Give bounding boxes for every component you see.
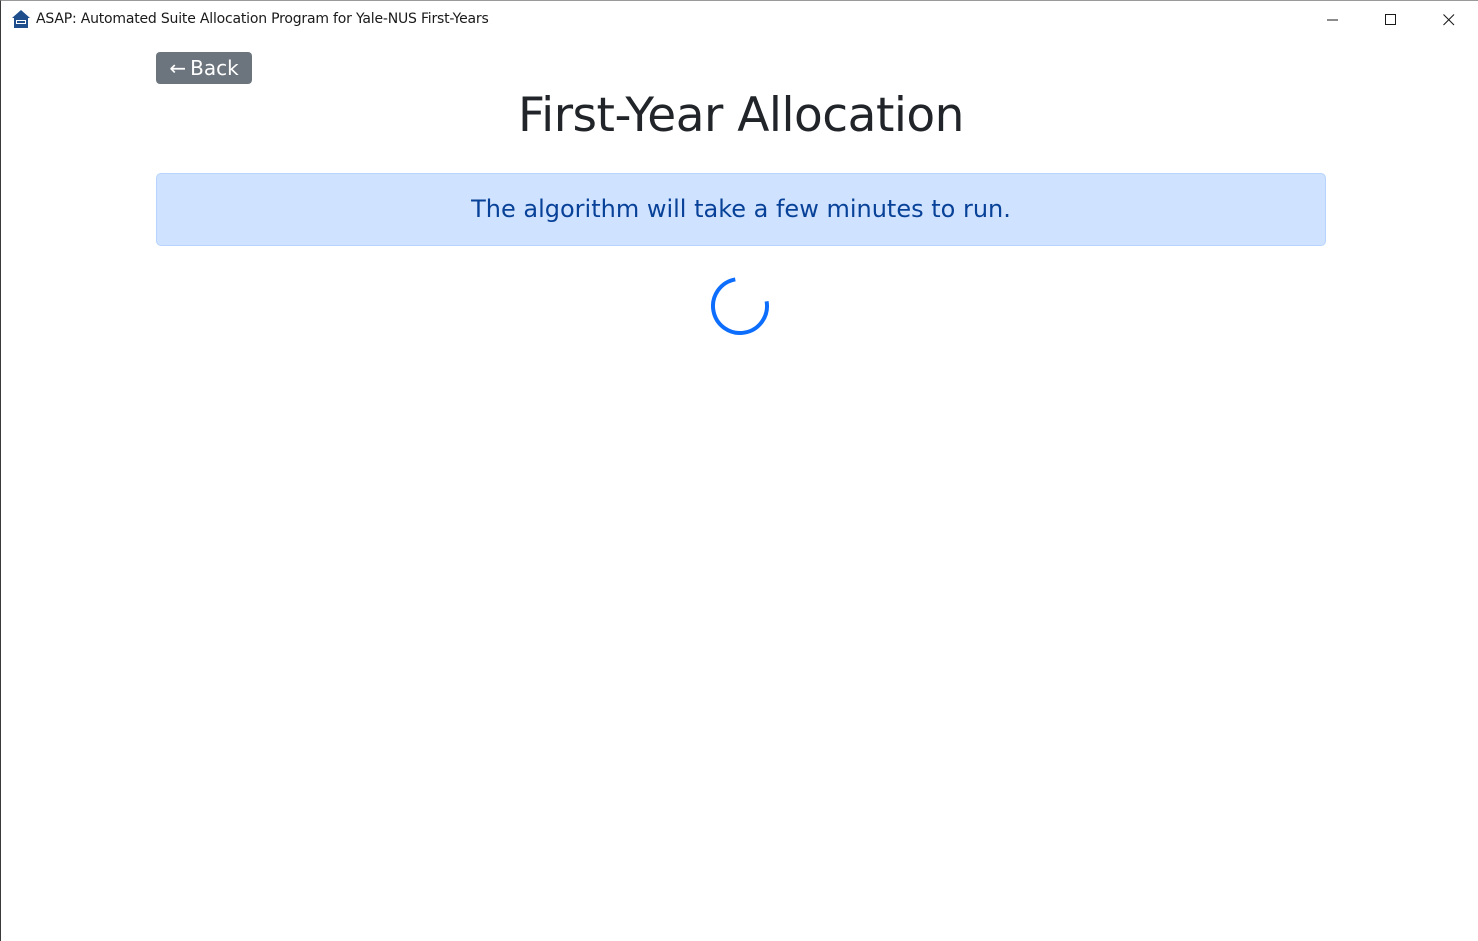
maximize-icon — [1385, 14, 1396, 25]
house-icon — [11, 9, 31, 29]
app-window: ASAP: Automated Suite Allocation Program… — [0, 0, 1478, 941]
title-bar[interactable]: ASAP: Automated Suite Allocation Program… — [1, 1, 1478, 39]
minimize-button[interactable] — [1304, 1, 1362, 39]
back-button-label: Back — [190, 56, 239, 80]
back-arrow-icon: ← — [169, 56, 187, 80]
maximize-button[interactable] — [1362, 1, 1420, 39]
page-title: First-Year Allocation — [518, 88, 964, 143]
minimize-icon — [1327, 19, 1338, 21]
alert-text: The algorithm will take a few minutes to… — [471, 195, 1011, 223]
close-button[interactable] — [1420, 1, 1478, 39]
loading-spinner-icon — [710, 276, 770, 336]
info-alert: The algorithm will take a few minutes to… — [156, 173, 1326, 246]
window-title: ASAP: Automated Suite Allocation Program… — [36, 11, 489, 27]
back-button[interactable]: ← Back — [156, 52, 252, 84]
close-icon — [1443, 14, 1455, 26]
